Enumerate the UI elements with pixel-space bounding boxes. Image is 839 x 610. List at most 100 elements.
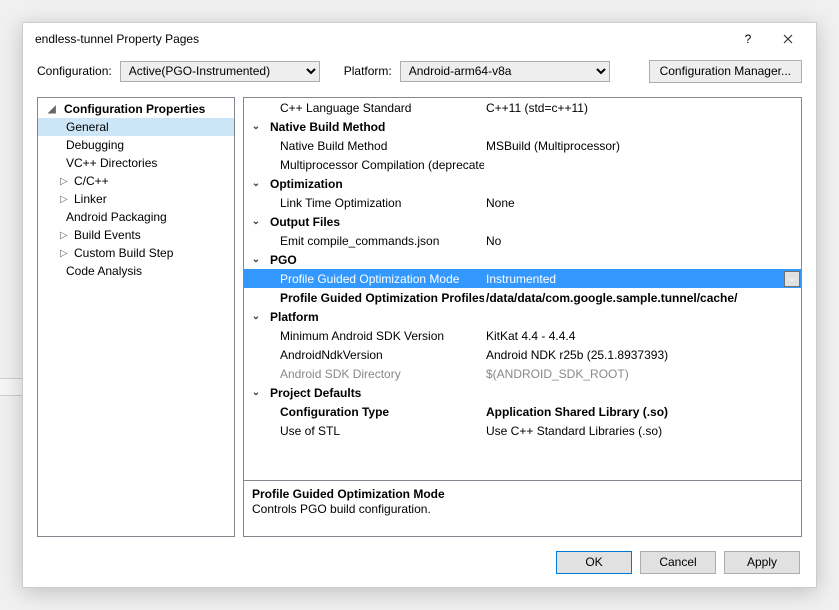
tree-item-build-events[interactable]: ▷ Build Events (38, 226, 234, 244)
tree-item-code-analysis[interactable]: Code Analysis (38, 262, 234, 280)
property-value-text: /data/data/com.google.sample.tunnel/cach… (486, 291, 737, 305)
description-pane: Profile Guided Optimization Mode Control… (244, 480, 801, 536)
expand-icon[interactable]: ▷ (60, 248, 70, 259)
property-group[interactable]: ⌄Project Defaults (244, 383, 801, 402)
property-row[interactable]: Multiprocessor Compilation (deprecated) (244, 155, 801, 174)
property-value[interactable]: /data/data/com.google.sample.tunnel/cach… (484, 291, 801, 305)
property-label: Minimum Android SDK Version (268, 329, 484, 343)
description-title: Profile Guided Optimization Mode (252, 487, 793, 501)
property-value[interactable]: $(ANDROID_SDK_ROOT) (484, 367, 801, 381)
property-label: Optimization (268, 177, 484, 191)
tree-item-label: C/C++ (74, 174, 109, 188)
group-collapse-icon[interactable]: ⌄ (244, 178, 268, 189)
configuration-label: Configuration: (37, 64, 112, 78)
expand-icon[interactable]: ▷ (60, 176, 70, 187)
group-collapse-icon[interactable]: ⌄ (244, 254, 268, 265)
tree-item-debugging[interactable]: Debugging (38, 136, 234, 154)
platform-select[interactable]: Android-arm64-v8a (400, 61, 610, 82)
property-value[interactable]: MSBuild (Multiprocessor) (484, 139, 801, 153)
property-label: Multiprocessor Compilation (deprecated) (268, 158, 484, 172)
tree-item-custom-build-step[interactable]: ▷ Custom Build Step (38, 244, 234, 262)
property-label: Emit compile_commands.json (268, 234, 484, 248)
tree-item-label: Custom Build Step (74, 246, 173, 260)
property-value[interactable]: None (484, 196, 801, 210)
tree-item-vc-directories[interactable]: VC++ Directories (38, 154, 234, 172)
close-icon (783, 34, 793, 44)
property-label: Project Defaults (268, 386, 484, 400)
property-row[interactable]: C++ Language StandardC++11 (std=c++11) (244, 98, 801, 117)
property-value-text: Use C++ Standard Libraries (.so) (486, 424, 662, 438)
property-value-text: None (486, 196, 515, 210)
property-value[interactable]: Instrumented⌄ (484, 271, 801, 287)
property-label: Android SDK Directory (268, 367, 484, 381)
ok-button[interactable]: OK (556, 551, 632, 574)
property-group[interactable]: ⌄Output Files (244, 212, 801, 231)
tree-root-label: Configuration Properties (64, 102, 205, 116)
property-row[interactable]: Emit compile_commands.jsonNo (244, 231, 801, 250)
property-row[interactable]: Minimum Android SDK VersionKitKat 4.4 - … (244, 326, 801, 345)
property-row[interactable]: Configuration TypeApplication Shared Lib… (244, 402, 801, 421)
tree-item-label: Code Analysis (66, 264, 142, 278)
property-label: Use of STL (268, 424, 484, 438)
property-value[interactable]: Android NDK r25b (25.1.8937393) (484, 348, 801, 362)
property-row[interactable]: Use of STLUse C++ Standard Libraries (.s… (244, 421, 801, 440)
tree-item-label: General (66, 120, 109, 134)
tree-item-c-c-[interactable]: ▷ C/C++ (38, 172, 234, 190)
tree-item-label: Debugging (66, 138, 124, 152)
tree-item-linker[interactable]: ▷ Linker (38, 190, 234, 208)
property-row[interactable]: Profile Guided Optimization ModeInstrume… (244, 269, 801, 288)
property-value[interactable]: No (484, 234, 801, 248)
property-pages-dialog: endless-tunnel Property Pages ? Configur… (22, 22, 817, 588)
property-value[interactable]: KitKat 4.4 - 4.4.4 (484, 329, 801, 343)
group-collapse-icon[interactable]: ⌄ (244, 387, 268, 398)
configuration-row: Configuration: Active(PGO-Instrumented) … (23, 55, 816, 93)
help-button[interactable]: ? (728, 25, 768, 53)
expand-icon[interactable]: ▷ (60, 194, 70, 205)
property-row[interactable]: Native Build MethodMSBuild (Multiprocess… (244, 136, 801, 155)
apply-button[interactable]: Apply (724, 551, 800, 574)
right-pane: C++ Language StandardC++11 (std=c++11)⌄N… (243, 97, 802, 537)
property-row[interactable]: Profile Guided Optimization Profiles/dat… (244, 288, 801, 307)
property-value-text: KitKat 4.4 - 4.4.4 (486, 329, 575, 343)
collapse-icon[interactable]: ◢ (48, 104, 58, 115)
property-label: PGO (268, 253, 484, 267)
property-group[interactable]: ⌄Native Build Method (244, 117, 801, 136)
property-row[interactable]: Link Time OptimizationNone (244, 193, 801, 212)
property-value-text: No (486, 234, 501, 248)
property-label: Link Time Optimization (268, 196, 484, 210)
dropdown-button[interactable]: ⌄ (784, 271, 800, 287)
property-group[interactable]: ⌄Platform (244, 307, 801, 326)
navigation-tree[interactable]: ◢ Configuration Properties General Debugg… (37, 97, 235, 537)
property-value[interactable]: Use C++ Standard Libraries (.so) (484, 424, 801, 438)
tree-item-general[interactable]: General (38, 118, 234, 136)
dialog-body: ◢ Configuration Properties General Debugg… (23, 93, 816, 537)
property-row[interactable]: Android SDK Directory$(ANDROID_SDK_ROOT) (244, 364, 801, 383)
group-collapse-icon[interactable]: ⌄ (244, 121, 268, 132)
property-row[interactable]: AndroidNdkVersionAndroid NDK r25b (25.1.… (244, 345, 801, 364)
property-value-text: $(ANDROID_SDK_ROOT) (486, 367, 629, 381)
property-grid[interactable]: C++ Language StandardC++11 (std=c++11)⌄N… (244, 98, 801, 480)
group-collapse-icon[interactable]: ⌄ (244, 311, 268, 322)
group-collapse-icon[interactable]: ⌄ (244, 216, 268, 227)
property-value-text: Android NDK r25b (25.1.8937393) (486, 348, 668, 362)
tree-item-android-packaging[interactable]: Android Packaging (38, 208, 234, 226)
property-label: C++ Language Standard (268, 101, 484, 115)
cancel-button[interactable]: Cancel (640, 551, 716, 574)
property-value-text: C++11 (std=c++11) (486, 101, 588, 115)
configuration-select[interactable]: Active(PGO-Instrumented) (120, 61, 320, 82)
property-group[interactable]: ⌄Optimization (244, 174, 801, 193)
description-body: Controls PGO build configuration. (252, 502, 793, 516)
property-label: Profile Guided Optimization Profiles (268, 291, 484, 305)
configuration-manager-button[interactable]: Configuration Manager... (649, 60, 802, 83)
close-button[interactable] (768, 25, 808, 53)
tree-item-label: VC++ Directories (66, 156, 157, 170)
expand-icon[interactable]: ▷ (60, 230, 70, 241)
property-label: Platform (268, 310, 484, 324)
tree-item-label: Build Events (74, 228, 141, 242)
property-value[interactable]: C++11 (std=c++11) (484, 101, 801, 115)
property-value-text: Application Shared Library (.so) (486, 405, 668, 419)
tree-item-label: Linker (74, 192, 107, 206)
property-value[interactable]: Application Shared Library (.so) (484, 405, 801, 419)
tree-root[interactable]: ◢ Configuration Properties (38, 100, 234, 118)
property-group[interactable]: ⌄PGO (244, 250, 801, 269)
